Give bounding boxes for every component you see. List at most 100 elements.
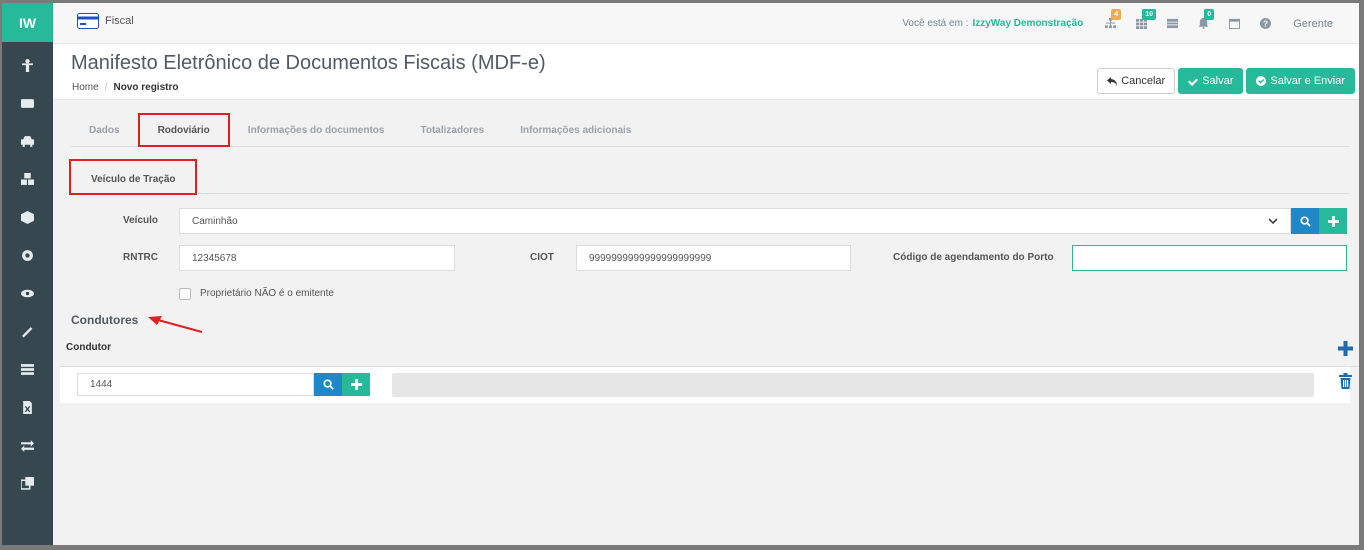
sidebar-item-exchange[interactable] [2, 426, 53, 464]
calendar-icon [1229, 18, 1241, 29]
condutor-add-button[interactable] [342, 373, 370, 396]
tab-informacoes-documentos[interactable]: Informações do documentos [230, 125, 403, 146]
credit-card-icon [77, 13, 99, 29]
sub-tabs: Veículo de Tração [69, 159, 1349, 195]
veiculo-search-button[interactable] [1291, 208, 1319, 234]
add-condutor-icon[interactable] [1338, 341, 1353, 356]
clone-icon [21, 476, 34, 490]
sidebar-item-tables[interactable] [2, 350, 53, 388]
top-right-area: Você está em : IzzyWay Demonstração 4 10… [902, 3, 1359, 44]
rntrc-label: RNTRC [123, 252, 158, 263]
help-button[interactable]: ? [1250, 18, 1281, 29]
card-icon [21, 98, 34, 108]
check-icon [1188, 78, 1199, 86]
list-icon [1167, 18, 1179, 29]
sidebar: IW [2, 3, 53, 545]
grid-badge: 10 [1142, 9, 1157, 20]
trash-icon[interactable] [1339, 373, 1352, 389]
save-label: Salvar [1202, 75, 1234, 87]
page-header: Manifesto Eletrônico de Documentos Fisca… [53, 44, 1359, 100]
grid-button[interactable]: 10 [1126, 9, 1157, 29]
tab-rodoviario[interactable]: Rodoviário [137, 113, 230, 147]
list-button[interactable] [1157, 18, 1188, 29]
svg-text:?: ? [1263, 19, 1268, 28]
breadcrumb-current: Novo registro [113, 82, 179, 93]
save-button[interactable]: Salvar [1178, 68, 1244, 94]
app-logo[interactable]: IW [2, 3, 53, 42]
cubes-icon [21, 172, 34, 185]
search-icon [1299, 215, 1311, 227]
sitemap-badge: 4 [1111, 9, 1122, 20]
main-content: Dados Rodoviário Informações do document… [53, 101, 1359, 545]
red-arrow-annotation [148, 316, 203, 333]
check-circle-icon [1256, 76, 1267, 86]
sidebar-item-vehicles[interactable] [2, 122, 53, 160]
veiculo-add-button[interactable] [1319, 208, 1347, 234]
condutor-code-input[interactable]: 1444 [77, 373, 314, 396]
car-icon [21, 135, 34, 147]
exchange-icon [21, 439, 34, 452]
location-label: Você está em : [902, 18, 969, 29]
calendar-button[interactable] [1219, 18, 1250, 29]
excel-file-icon [23, 400, 32, 414]
company-name[interactable]: IzzyWay Demonstração [972, 18, 1083, 29]
main-tabs: Dados Rodoviário Informações do document… [71, 113, 1349, 147]
condutores-section-title: Condutores [71, 313, 139, 327]
tab-veiculo-tracao[interactable]: Veículo de Tração [69, 159, 198, 195]
tab-dados[interactable]: Dados [71, 125, 138, 146]
breadcrumb-separator: / [104, 82, 108, 93]
ciot-input[interactable]: 9999999999999999999999 [576, 245, 851, 271]
sidebar-item-excel[interactable] [2, 388, 53, 426]
top-bar: Fiscal Você está em : IzzyWay Demonstraç… [53, 3, 1359, 44]
eye-slash-icon [21, 289, 34, 297]
tab-totalizadores[interactable]: Totalizadores [402, 125, 502, 146]
porto-code-input[interactable] [1072, 245, 1347, 271]
sidebar-item-visibility[interactable] [2, 274, 53, 312]
condutor-column-header: Condutor [66, 342, 111, 353]
condutor-name-display [392, 373, 1314, 397]
condutor-search-button[interactable] [314, 373, 342, 396]
sidebar-item-cards[interactable] [2, 84, 53, 122]
plus-icon [350, 379, 362, 390]
save-and-send-button[interactable]: Salvar e Enviar [1246, 68, 1355, 94]
notifications-button[interactable]: 0 [1188, 9, 1219, 29]
chevron-down-icon [1268, 217, 1278, 224]
save-and-send-label: Salvar e Enviar [1270, 75, 1345, 87]
owner-not-issuer-checkbox[interactable] [179, 288, 191, 300]
sidebar-item-stock[interactable] [2, 198, 53, 236]
cancel-button[interactable]: Cancelar [1097, 68, 1176, 94]
sitemap-button[interactable]: 4 [1095, 9, 1126, 29]
search-icon [322, 379, 334, 390]
page-title: Manifesto Eletrônico de Documentos Fisca… [71, 52, 546, 74]
module-name: Fiscal [105, 15, 134, 27]
gear-cube-icon [22, 249, 33, 261]
tab-informacoes-adicionais[interactable]: Informações adicionais [502, 125, 649, 146]
owner-not-issuer-label: Proprietário NÃO é o emitente [200, 288, 334, 299]
question-icon: ? [1260, 18, 1272, 29]
veiculo-select[interactable]: Caminhão [179, 208, 1291, 234]
reply-icon [1107, 76, 1118, 86]
user-menu[interactable]: Gerente [1293, 18, 1333, 30]
sidebar-item-clone[interactable] [2, 464, 53, 502]
bell-badge: 0 [1204, 9, 1215, 20]
sidebar-item-fiscal[interactable] [2, 236, 53, 274]
sidebar-item-tools[interactable] [2, 312, 53, 350]
cube-icon [21, 210, 34, 224]
breadcrumb-home[interactable]: Home [72, 82, 99, 93]
veiculo-label: Veículo [123, 215, 159, 226]
table-icon [21, 363, 34, 375]
rntrc-input[interactable]: 12345678 [179, 245, 455, 271]
header-actions: Cancelar Salvar Salvar e Enviar [1097, 68, 1355, 94]
veiculo-value: Caminhão [192, 215, 238, 227]
breadcrumb: Home / Novo registro [72, 82, 178, 93]
ciot-label: CIOT [530, 252, 554, 263]
sidebar-item-dashboard[interactable] [2, 46, 53, 84]
plus-icon [1327, 215, 1339, 227]
person-icon [22, 58, 33, 72]
cancel-label: Cancelar [1121, 75, 1166, 87]
module-indicator[interactable]: Fiscal [77, 13, 134, 29]
sidebar-item-products[interactable] [2, 160, 53, 198]
magic-wand-icon [22, 326, 33, 337]
porto-code-label: Código de agendamento do Porto [893, 252, 1054, 263]
app-frame: IW Fiscal Você está em : IzzyWay Demonst… [2, 3, 1359, 545]
